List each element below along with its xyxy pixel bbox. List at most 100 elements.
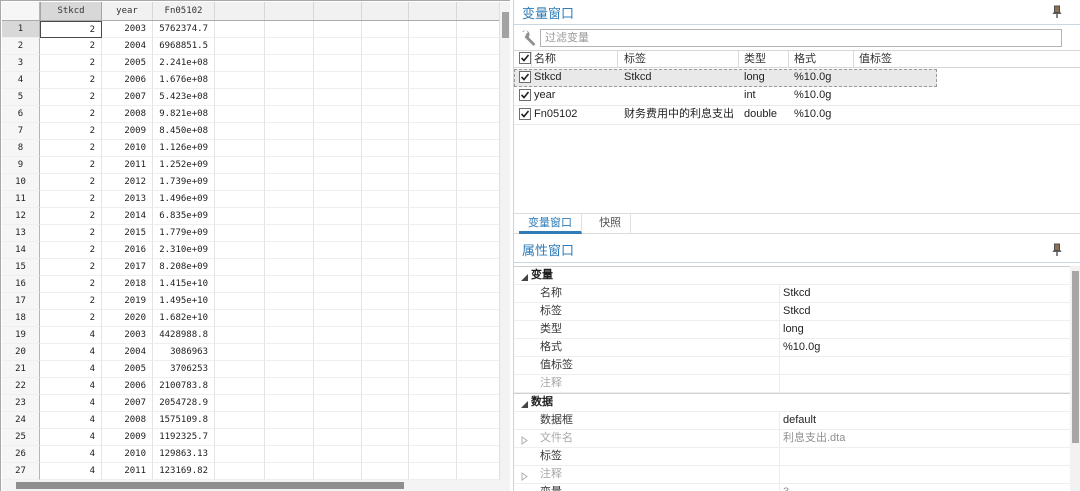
grid-cell[interactable]: 1.676e+08 bbox=[153, 72, 215, 89]
grid-cell[interactable] bbox=[409, 191, 457, 208]
property-value[interactable]: default bbox=[783, 412, 816, 428]
grid-cell[interactable]: 2.241e+08 bbox=[153, 55, 215, 72]
grid-cell[interactable]: 2 bbox=[40, 157, 102, 174]
grid-cell[interactable] bbox=[265, 106, 314, 123]
grid-cell[interactable]: 2 bbox=[40, 293, 102, 310]
grid-cell[interactable] bbox=[215, 276, 265, 293]
grid-cell[interactable] bbox=[314, 106, 362, 123]
grid-cell[interactable] bbox=[265, 157, 314, 174]
grid-cell[interactable] bbox=[215, 225, 265, 242]
grid-cell[interactable] bbox=[409, 21, 457, 38]
grid-cell[interactable] bbox=[409, 412, 457, 429]
grid-cell[interactable] bbox=[457, 429, 499, 446]
grid-cell[interactable]: 2 bbox=[40, 106, 102, 123]
grid-cell[interactable] bbox=[409, 208, 457, 225]
grid-cell[interactable] bbox=[409, 174, 457, 191]
grid-cell[interactable]: 2004 bbox=[102, 344, 153, 361]
grid-cell[interactable]: 4 bbox=[40, 361, 102, 378]
grid-cell[interactable] bbox=[409, 310, 457, 327]
grid-cell[interactable]: 4 bbox=[40, 395, 102, 412]
column-header[interactable]: Stkcd bbox=[40, 2, 102, 20]
row-number[interactable]: 11 bbox=[2, 191, 40, 208]
property-value[interactable]: long bbox=[783, 321, 804, 337]
grid-cell[interactable]: 4 bbox=[40, 463, 102, 480]
grid-cell[interactable] bbox=[362, 327, 409, 344]
grid-cell[interactable] bbox=[215, 21, 265, 38]
grid-cell[interactable] bbox=[362, 21, 409, 38]
grid-cell[interactable] bbox=[362, 38, 409, 55]
grid-cell[interactable] bbox=[314, 72, 362, 89]
grid-cell[interactable] bbox=[457, 395, 499, 412]
grid-cell[interactable]: 2004 bbox=[102, 38, 153, 55]
grid-cell[interactable] bbox=[215, 395, 265, 412]
grid-cell[interactable]: 2 bbox=[40, 310, 102, 327]
grid-cell[interactable] bbox=[409, 259, 457, 276]
grid-cell[interactable] bbox=[215, 89, 265, 106]
grid-cell[interactable] bbox=[362, 140, 409, 157]
grid-cell[interactable] bbox=[457, 259, 499, 276]
grid-cell[interactable] bbox=[314, 446, 362, 463]
property-row[interactable]: 类型 long bbox=[514, 321, 1070, 339]
grid-cell[interactable] bbox=[215, 429, 265, 446]
grid-cell[interactable]: 1.779e+09 bbox=[153, 225, 215, 242]
grid-cell[interactable] bbox=[314, 276, 362, 293]
grid-cell[interactable]: 2016 bbox=[102, 242, 153, 259]
grid-cell[interactable] bbox=[457, 38, 499, 55]
grid-cell[interactable]: 1.495e+10 bbox=[153, 293, 215, 310]
grid-cell[interactable] bbox=[265, 55, 314, 72]
property-value[interactable]: Stkcd bbox=[783, 303, 811, 319]
grid-cell[interactable]: 2015 bbox=[102, 225, 153, 242]
grid-cell[interactable]: 2 bbox=[40, 123, 102, 140]
grid-cell[interactable] bbox=[314, 378, 362, 395]
property-row[interactable]: 格式 %10.0g bbox=[514, 339, 1070, 357]
grid-cell[interactable] bbox=[314, 225, 362, 242]
grid-cell[interactable]: 2014 bbox=[102, 208, 153, 225]
grid-cell[interactable] bbox=[215, 361, 265, 378]
grid-cell[interactable] bbox=[215, 123, 265, 140]
grid-cell[interactable] bbox=[314, 327, 362, 344]
grid-cell[interactable] bbox=[409, 378, 457, 395]
grid-cell[interactable]: 1.252e+09 bbox=[153, 157, 215, 174]
grid-cell[interactable] bbox=[314, 344, 362, 361]
grid-cell[interactable]: 1.126e+09 bbox=[153, 140, 215, 157]
grid-cell[interactable] bbox=[457, 310, 499, 327]
grid-cell[interactable]: 2012 bbox=[102, 174, 153, 191]
grid-cell[interactable] bbox=[409, 293, 457, 310]
grid-cell[interactable] bbox=[362, 89, 409, 106]
grid-cell[interactable]: 2009 bbox=[102, 123, 153, 140]
grid-cell[interactable] bbox=[409, 38, 457, 55]
grid-cell[interactable]: 2 bbox=[40, 225, 102, 242]
grid-cell[interactable] bbox=[314, 157, 362, 174]
row-number[interactable]: 12 bbox=[2, 208, 40, 225]
row-number[interactable]: 9 bbox=[2, 157, 40, 174]
grid-cell[interactable]: 3086963 bbox=[153, 344, 215, 361]
grid-cell[interactable] bbox=[215, 191, 265, 208]
row-number[interactable]: 4 bbox=[2, 72, 40, 89]
column-header[interactable] bbox=[265, 2, 314, 20]
property-row[interactable]: 数据框 default bbox=[514, 412, 1070, 430]
grid-cell[interactable]: 2008 bbox=[102, 106, 153, 123]
grid-cell[interactable]: 2 bbox=[40, 242, 102, 259]
grid-cell[interactable]: 3706253 bbox=[153, 361, 215, 378]
grid-cell[interactable] bbox=[215, 208, 265, 225]
grid-cell[interactable]: 2100783.8 bbox=[153, 378, 215, 395]
grid-cell[interactable] bbox=[362, 259, 409, 276]
grid-cell[interactable] bbox=[314, 463, 362, 480]
row-number[interactable]: 2 bbox=[2, 38, 40, 55]
grid-cell[interactable]: 1.496e+09 bbox=[153, 191, 215, 208]
grid-cell[interactable] bbox=[215, 293, 265, 310]
grid-cell[interactable] bbox=[457, 21, 499, 38]
grid-cell[interactable]: 2 bbox=[40, 174, 102, 191]
grid-cell[interactable] bbox=[265, 344, 314, 361]
grid-cell[interactable] bbox=[215, 378, 265, 395]
grid-cell[interactable]: 5762374.7 bbox=[153, 21, 215, 38]
grid-cell[interactable]: 2010 bbox=[102, 140, 153, 157]
grid-cell[interactable] bbox=[457, 293, 499, 310]
grid-cell[interactable] bbox=[457, 344, 499, 361]
row-number[interactable]: 15 bbox=[2, 259, 40, 276]
property-value[interactable]: Stkcd bbox=[783, 285, 811, 301]
grid-cell[interactable] bbox=[265, 225, 314, 242]
grid-cell[interactable]: 2 bbox=[40, 55, 102, 72]
grid-cell[interactable] bbox=[265, 140, 314, 157]
grid-cell[interactable]: 4 bbox=[40, 412, 102, 429]
